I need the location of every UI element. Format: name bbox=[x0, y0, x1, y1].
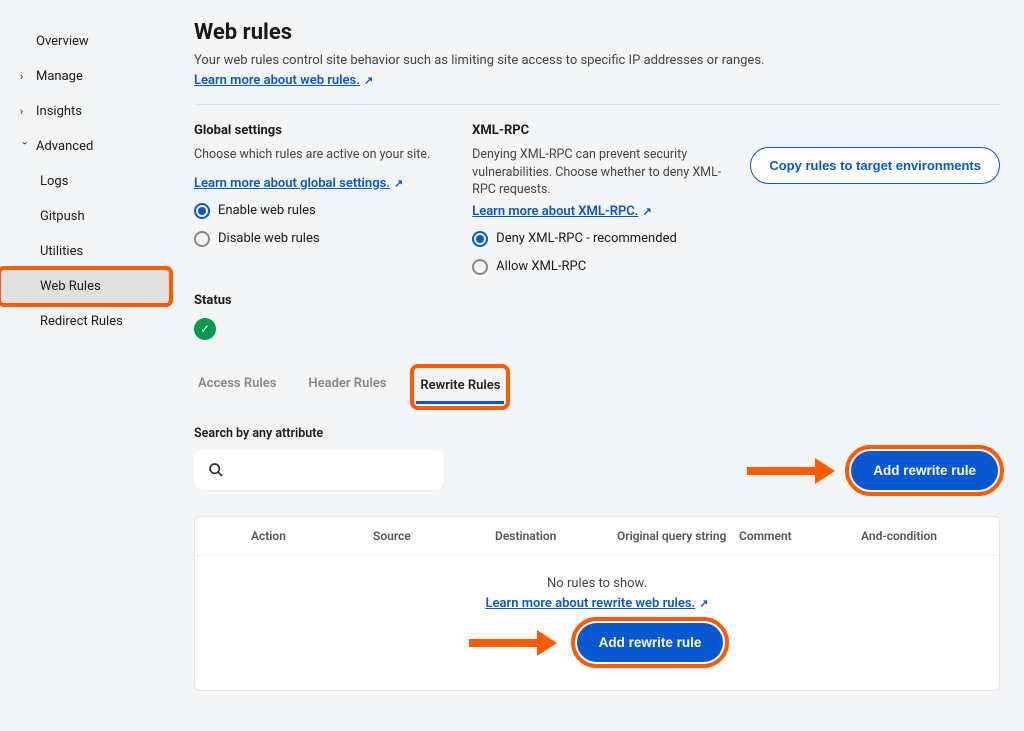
learn-web-rules-label: Learn more about web rules. bbox=[194, 73, 360, 88]
chevron-down-icon: › bbox=[19, 142, 32, 152]
page-intro: Your web rules control site behavior suc… bbox=[194, 53, 1000, 68]
tab-rewrite-rules[interactable]: Rewrite Rules bbox=[416, 370, 504, 404]
external-link-icon: ↗ bbox=[364, 74, 373, 87]
nav-advanced-label: Advanced bbox=[36, 139, 93, 154]
nav-web-rules[interactable]: Web Rules bbox=[0, 269, 170, 304]
check-icon: ✓ bbox=[200, 322, 210, 336]
radio-icon bbox=[194, 203, 210, 219]
xml-desc: Denying XML-RPC can prevent security vul… bbox=[472, 146, 726, 199]
xml-title: XML-RPC bbox=[472, 123, 726, 138]
annotation-arrow bbox=[747, 461, 837, 479]
xmlrpc-section: XML-RPC Denying XML-RPC can prevent secu… bbox=[472, 123, 750, 275]
nav-insights[interactable]: › Insights bbox=[0, 94, 170, 129]
radio-enable-label: Enable web rules bbox=[218, 203, 316, 218]
learn-global-label: Learn more about global settings. bbox=[194, 176, 390, 191]
search-input[interactable] bbox=[194, 450, 444, 490]
annotation-highlight-tab: Rewrite Rules bbox=[414, 368, 506, 406]
nav-redirect-rules[interactable]: Redirect Rules bbox=[0, 304, 170, 339]
th-source: Source bbox=[373, 529, 495, 543]
learn-web-rules-link[interactable]: Learn more about web rules. ↗ bbox=[194, 73, 373, 88]
copy-rules-button[interactable]: Copy rules to target environments bbox=[750, 147, 1000, 184]
rules-table: Action Source Destination Original query… bbox=[194, 516, 1000, 691]
radio-allow-label: Allow XML-RPC bbox=[496, 259, 586, 274]
th-comment: Comment bbox=[739, 529, 861, 543]
global-settings-section: Global settings Choose which rules are a… bbox=[194, 123, 472, 275]
main-content: Web rules Your web rules control site be… bbox=[170, 0, 1024, 731]
status-label: Status bbox=[194, 293, 1000, 308]
annotation-highlight-add-top: Add rewrite rule bbox=[849, 449, 1000, 492]
empty-message: No rules to show. bbox=[195, 576, 999, 591]
learn-xml-link[interactable]: Learn more about XML-RPC. ↗ bbox=[472, 204, 652, 219]
radio-enable-web-rules[interactable]: Enable web rules bbox=[194, 203, 448, 219]
nav-overview[interactable]: Overview bbox=[0, 24, 170, 59]
copy-rules-col: Copy rules to target environments bbox=[750, 123, 1000, 275]
learn-rewrite-label: Learn more about rewrite web rules. bbox=[486, 596, 696, 611]
external-link-icon: ↗ bbox=[699, 597, 708, 610]
nav-utilities[interactable]: Utilities bbox=[0, 234, 170, 269]
tab-header-rules[interactable]: Header Rules bbox=[304, 368, 390, 406]
annotation-highlight-sidebar: Web Rules bbox=[0, 269, 170, 304]
page-title: Web rules bbox=[194, 20, 1000, 45]
nav-manage[interactable]: › Manage bbox=[0, 59, 170, 94]
radio-allow-xmlrpc[interactable]: Allow XML-RPC bbox=[472, 259, 726, 275]
sidebar: Overview › Manage › Insights › Advanced Log… bbox=[0, 0, 170, 731]
nav-manage-label: Manage bbox=[36, 69, 83, 84]
status-section: Status ✓ bbox=[194, 293, 1000, 340]
search-icon bbox=[208, 462, 224, 478]
radio-icon bbox=[472, 259, 488, 275]
th-original-query: Original query string bbox=[617, 529, 739, 543]
nav-logs[interactable]: Logs bbox=[0, 164, 170, 199]
th-action: Action bbox=[251, 529, 373, 543]
radio-deny-xmlrpc[interactable]: Deny XML-RPC - recommended bbox=[472, 231, 726, 247]
table-header: Action Source Destination Original query… bbox=[195, 517, 999, 556]
add-rewrite-rule-button-center[interactable]: Add rewrite rule bbox=[577, 623, 724, 662]
learn-rewrite-link[interactable]: Learn more about rewrite web rules.↗ bbox=[486, 596, 709, 611]
nav-insights-label: Insights bbox=[36, 104, 82, 119]
nav-advanced[interactable]: › Advanced bbox=[0, 129, 170, 164]
radio-deny-label: Deny XML-RPC - recommended bbox=[496, 231, 677, 246]
learn-xml-label: Learn more about XML-RPC. bbox=[472, 204, 638, 219]
nav-gitpush[interactable]: Gitpush bbox=[0, 199, 170, 234]
annotation-highlight-add-center: Add rewrite rule bbox=[575, 621, 726, 664]
annotation-arrow bbox=[469, 633, 559, 651]
radio-disable-label: Disable web rules bbox=[218, 231, 320, 246]
th-destination: Destination bbox=[495, 529, 617, 543]
tabs: Access Rules Header Rules Rewrite Rules bbox=[194, 368, 1000, 406]
global-title: Global settings bbox=[194, 123, 448, 138]
search-label: Search by any attribute bbox=[194, 426, 1000, 441]
learn-global-link[interactable]: Learn more about global settings. ↗ bbox=[194, 176, 403, 191]
radio-icon bbox=[472, 231, 488, 247]
radio-disable-web-rules[interactable]: Disable web rules bbox=[194, 231, 448, 247]
status-ok-badge: ✓ bbox=[194, 318, 216, 340]
tab-access-rules[interactable]: Access Rules bbox=[194, 368, 280, 406]
empty-state: No rules to show. Learn more about rewri… bbox=[195, 556, 999, 690]
external-link-icon: ↗ bbox=[642, 205, 651, 218]
radio-icon bbox=[194, 231, 210, 247]
chevron-right-icon: › bbox=[20, 70, 30, 83]
th-and-condition: And-condition bbox=[861, 529, 983, 543]
add-rewrite-rule-button[interactable]: Add rewrite rule bbox=[851, 451, 998, 490]
global-desc: Choose which rules are active on your si… bbox=[194, 146, 448, 164]
external-link-icon: ↗ bbox=[394, 177, 403, 190]
chevron-right-icon: › bbox=[20, 105, 30, 118]
